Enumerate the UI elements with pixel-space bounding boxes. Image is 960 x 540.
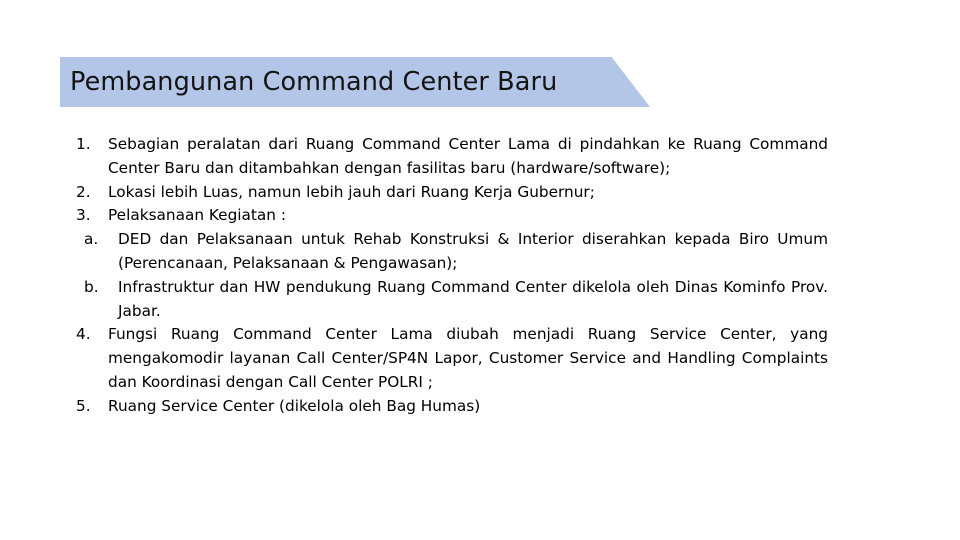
sub-list-marker: b. (84, 277, 99, 296)
sub-list-marker: a. (84, 230, 99, 249)
sub-list-item-text: DED dan Pelaksanaan untuk Rehab Konstruk… (118, 230, 828, 272)
list-item-text: Pelaksanaan Kegiatan : (108, 206, 287, 225)
slide-body: 1. Sebagian peralatan dari Ruang Command… (76, 133, 828, 419)
list-item-text: Sebagian peralatan dari Ruang Command Ce… (108, 135, 828, 177)
list-marker: 2. (76, 182, 91, 201)
list-marker: 1. (76, 135, 91, 153)
list-item: 3. Pelaksanaan Kegiatan : (76, 204, 828, 228)
slide: Pembangunan Command Center Baru 1. Sebag… (0, 0, 960, 540)
list-marker: 3. (76, 206, 91, 225)
list-item-text: Ruang Service Center (dikelola oleh Bag … (108, 396, 481, 415)
list-item-text: Lokasi lebih Luas, namun lebih jauh dari… (108, 182, 595, 201)
slide-title: Pembangunan Command Center Baru (70, 67, 558, 97)
sub-list-item-text: Infrastruktur dan HW pendukung Ruang Com… (118, 277, 828, 320)
list-item: 1. Sebagian peralatan dari Ruang Command… (76, 133, 828, 181)
list-marker: 4. (76, 325, 91, 344)
title-banner: Pembangunan Command Center Baru (60, 57, 650, 107)
list-item: 2. Lokasi lebih Luas, namun lebih jauh d… (76, 181, 828, 205)
list-item: 4. Fungsi Ruang Command Center Lama diub… (76, 323, 828, 394)
list-marker: 5. (76, 396, 91, 415)
sub-list-item: a. DED dan Pelaksanaan untuk Rehab Konst… (84, 228, 828, 276)
sub-list-item: b. Infrastruktur dan HW pendukung Ruang … (84, 276, 828, 324)
list-item-text: Fungsi Ruang Command Center Lama diubah … (108, 325, 828, 391)
list-item: 5. Ruang Service Center (dikelola oleh B… (76, 395, 828, 419)
sub-list: a. DED dan Pelaksanaan untuk Rehab Konst… (84, 228, 828, 323)
